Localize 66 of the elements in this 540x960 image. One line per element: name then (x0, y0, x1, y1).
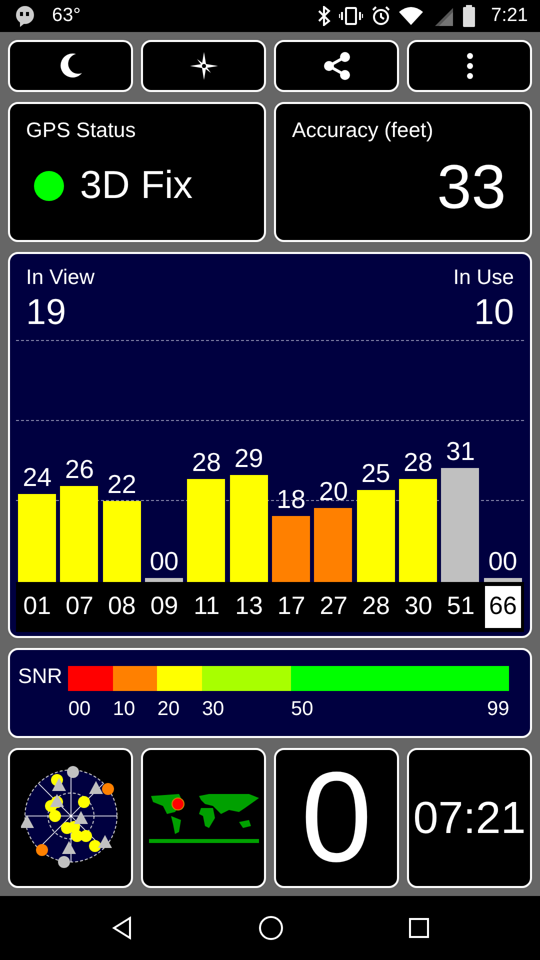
satellite-id: 17 (276, 591, 306, 622)
satellite-id: 30 (404, 591, 434, 622)
vibrate-icon (339, 6, 364, 26)
snr-value: 28 (404, 449, 433, 475)
recents-button[interactable] (408, 916, 430, 940)
snr-value: 00 (488, 548, 518, 574)
satellite-id: 08 (106, 591, 137, 622)
home-button[interactable] (258, 915, 284, 941)
snr-label: SNR (18, 666, 62, 690)
in-use-count: 10 (474, 294, 514, 330)
snr-value: 25 (361, 460, 390, 486)
accuracy-value: 33 (437, 157, 506, 219)
alarm-icon (371, 6, 392, 26)
satellite-id: 11 (192, 591, 221, 622)
scale-label: 00 (68, 698, 91, 720)
satellite-id: 66 (484, 586, 521, 628)
more-button[interactable] (407, 40, 532, 92)
satellite-id: 07 (64, 591, 94, 622)
card-title: GPS Status (26, 120, 137, 141)
scale-label: 30 (202, 698, 224, 720)
scale-label: 99 (487, 697, 510, 722)
satellite-id: 13 (234, 591, 264, 622)
temperature-text: 63° (52, 4, 81, 28)
fix-text: 3D Fix (80, 163, 193, 209)
card-title: Accuracy (feet) (292, 120, 434, 141)
satellite-id: 28 (361, 591, 391, 622)
satellite-id: 27 (318, 591, 349, 622)
snr-value: 20 (319, 478, 348, 504)
wifi-icon (399, 6, 424, 26)
clock-value: 07:21 (413, 791, 526, 846)
back-button[interactable] (110, 916, 134, 940)
snr-value: 29 (234, 445, 264, 471)
satellite-id: 51 (446, 591, 476, 622)
snr-value: 18 (276, 486, 306, 512)
more-icon (466, 53, 472, 79)
in-use-label: In Use (453, 265, 514, 291)
speed-value: 0 (300, 754, 372, 882)
chat-icon (14, 5, 36, 27)
scale-label: 50 (291, 697, 314, 722)
night-mode-button[interactable] (8, 40, 133, 92)
speed-tile[interactable]: 0 (274, 748, 399, 888)
satellite-id: 01 (22, 591, 52, 622)
snr-value: 31 (446, 438, 475, 464)
share-icon (322, 51, 352, 81)
snr-value: 22 (107, 471, 136, 497)
battery-icon (463, 5, 476, 27)
scale-label: 20 (157, 698, 180, 720)
snr-value: 26 (65, 456, 94, 482)
recents-icon (408, 916, 430, 939)
world-map-button[interactable] (141, 748, 266, 888)
share-button[interactable] (274, 40, 399, 92)
snr-value: 00 (150, 548, 179, 574)
in-view-count: 19 (26, 294, 68, 330)
snr-value: 24 (22, 464, 52, 490)
scale-label: 10 (112, 698, 136, 720)
home-icon (258, 915, 284, 941)
satellite-id: 09 (149, 591, 180, 622)
clock-text: 7:21 (491, 4, 528, 28)
back-icon (110, 916, 134, 940)
in-view-label: In View (26, 265, 94, 291)
bluetooth-icon (317, 6, 332, 26)
compass-icon (188, 51, 218, 81)
clock-tile[interactable]: 07:21 (407, 748, 532, 888)
compass-button[interactable] (141, 40, 266, 92)
snr-value: 28 (192, 449, 221, 475)
sky-plot-button[interactable] (8, 748, 133, 888)
